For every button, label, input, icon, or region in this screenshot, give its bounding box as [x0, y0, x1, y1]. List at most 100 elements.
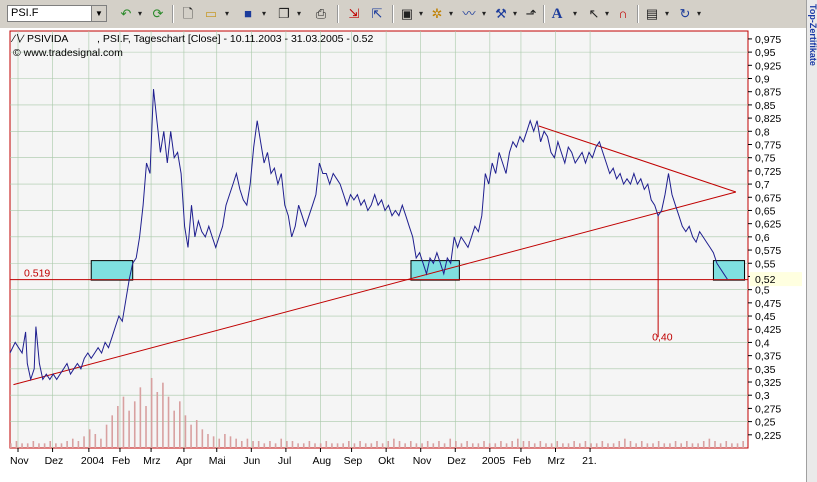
volume-bar	[731, 443, 733, 448]
volume-bar	[725, 441, 728, 448]
toolbar-separator	[637, 5, 639, 23]
studies-dropdown-icon[interactable]: ▾	[446, 5, 456, 23]
indicators-dropdown-icon[interactable]: ▾	[479, 5, 489, 23]
volume-bar	[376, 441, 378, 448]
volume-bar	[15, 441, 18, 448]
tools-dropdown-icon[interactable]: ▾	[510, 5, 520, 23]
volume-bar	[669, 443, 671, 448]
volume-bar	[43, 443, 46, 448]
volume-bar	[319, 443, 322, 448]
volume-bar	[550, 443, 553, 448]
last-value-label: 0,52	[755, 274, 776, 286]
y-tick-label: 0,975	[755, 34, 781, 46]
x-tick-label: 2005	[482, 455, 506, 467]
tools-icon[interactable]: ⚒	[492, 5, 510, 23]
symbol-dropdown-icon[interactable]: ▼	[91, 6, 106, 21]
main-toolbar: PSI.F ▼ ↶ ▾ ⟳ 🗋 ▭ ▾ ■ ▾ ❐ ▾ ⎙ ⇲ ⇱ ▣ ▾ ✲ …	[0, 0, 817, 29]
y-tick-label: 0,875	[755, 87, 781, 99]
volume-bar	[708, 438, 711, 448]
volume-bar	[145, 406, 147, 448]
price-chart[interactable]: 0.5190,40 0,9750,950,9250,90,8750,850,82…	[0, 28, 806, 482]
y-tick-label: 0,65	[755, 205, 776, 217]
volume-bar	[595, 443, 598, 448]
y-tick-label: 0,375	[755, 351, 781, 363]
y-tick-label: 0,4	[755, 337, 770, 349]
magnet-icon[interactable]: ∩	[614, 5, 632, 23]
volume-bar	[624, 438, 626, 448]
studies-icon[interactable]: ✲	[428, 5, 446, 23]
volume-bar	[674, 441, 677, 448]
text-dropdown-icon[interactable]: ▾	[570, 5, 580, 23]
redo-icon[interactable]: ↻	[676, 5, 694, 23]
x-tick-label: Aug	[312, 455, 331, 467]
volume-bar	[105, 424, 108, 448]
volume-bar	[274, 443, 277, 448]
volume-bar	[201, 429, 204, 448]
symbol-input[interactable]: PSI.F ▼	[7, 5, 107, 22]
volume-bar	[488, 443, 491, 448]
volume-bar	[618, 441, 621, 448]
volume-bar	[443, 443, 446, 448]
copy-dropdown-icon[interactable]: ▾	[294, 5, 304, 23]
symbol-value: PSI.F	[11, 7, 39, 19]
y-tick-label: 0,675	[755, 192, 781, 204]
undo-icon[interactable]: ↶	[118, 5, 134, 23]
save-dropdown-icon[interactable]: ▾	[259, 5, 269, 23]
volume-bar	[207, 434, 209, 448]
indicators-icon[interactable]: 〰	[460, 5, 478, 23]
properties-dropdown-icon[interactable]: ▾	[662, 5, 672, 23]
new-icon[interactable]: 🗋	[180, 5, 196, 23]
x-tick-label: Mrz	[548, 455, 566, 467]
volume-bar	[714, 441, 716, 448]
volume-bar	[336, 443, 339, 448]
y-tick-label: 0,925	[755, 60, 781, 72]
trend-icon[interactable]: ⬏	[522, 5, 540, 23]
volume-bar	[291, 441, 294, 448]
x-tick-label: Okt	[378, 455, 394, 467]
y-tick-label: 0,825	[755, 113, 781, 125]
x-tick-label: Feb	[112, 455, 130, 467]
window-dropdown-icon[interactable]: ▾	[416, 5, 426, 23]
cursor-dropdown-icon[interactable]: ▾	[602, 5, 612, 23]
side-panel[interactable]	[806, 0, 817, 482]
print-icon[interactable]: ⎙	[312, 5, 330, 23]
text-icon[interactable]: A	[548, 5, 566, 23]
volume-bar	[280, 438, 283, 448]
support-box	[90, 260, 134, 281]
price-line-legend-icon: ∕∖∕	[10, 33, 25, 45]
volume-bar	[702, 441, 705, 448]
save-icon[interactable]: ■	[240, 5, 256, 23]
volume-bar	[229, 436, 232, 448]
volume-bar	[719, 443, 722, 448]
chart-out-icon[interactable]: ⇱	[368, 5, 386, 23]
chart-in-icon[interactable]: ⇲	[345, 5, 363, 23]
volume-bar	[629, 441, 632, 448]
window-icon[interactable]: ▣	[398, 5, 416, 23]
y-tick-label: 0,95	[755, 47, 776, 59]
volume-bar	[652, 443, 654, 448]
open-dropdown-icon[interactable]: ▾	[222, 5, 232, 23]
properties-icon[interactable]: ▤	[643, 5, 661, 23]
volume-bar	[308, 441, 311, 448]
volume-bar	[511, 441, 513, 448]
cursor-icon[interactable]: ↖	[586, 5, 602, 23]
volume-bar	[449, 438, 452, 448]
copy-icon[interactable]: ❐	[276, 5, 292, 23]
open-icon[interactable]: ▭	[203, 5, 219, 23]
support-line-label: 0.519	[24, 268, 50, 280]
volume-bar	[409, 441, 412, 448]
chart-description: , PSI.F, Tageschart [Close] - 10.11.2003…	[97, 33, 373, 45]
redo-dropdown-icon[interactable]: ▾	[694, 5, 704, 23]
y-tick-label: 0,325	[755, 377, 781, 389]
x-tick-label: Jun	[243, 455, 260, 467]
volume-bar	[88, 429, 91, 448]
volume-bar	[246, 438, 249, 448]
volume-bar	[742, 441, 744, 448]
undo-dropdown-icon[interactable]: ▾	[135, 5, 145, 23]
y-tick-label: 0,275	[755, 403, 781, 415]
refresh-icon[interactable]: ⟳	[150, 5, 166, 23]
x-tick-label: Nov	[413, 455, 432, 467]
volume-bar	[212, 436, 215, 448]
volume-bar	[122, 396, 125, 448]
volume-bar	[60, 443, 63, 448]
